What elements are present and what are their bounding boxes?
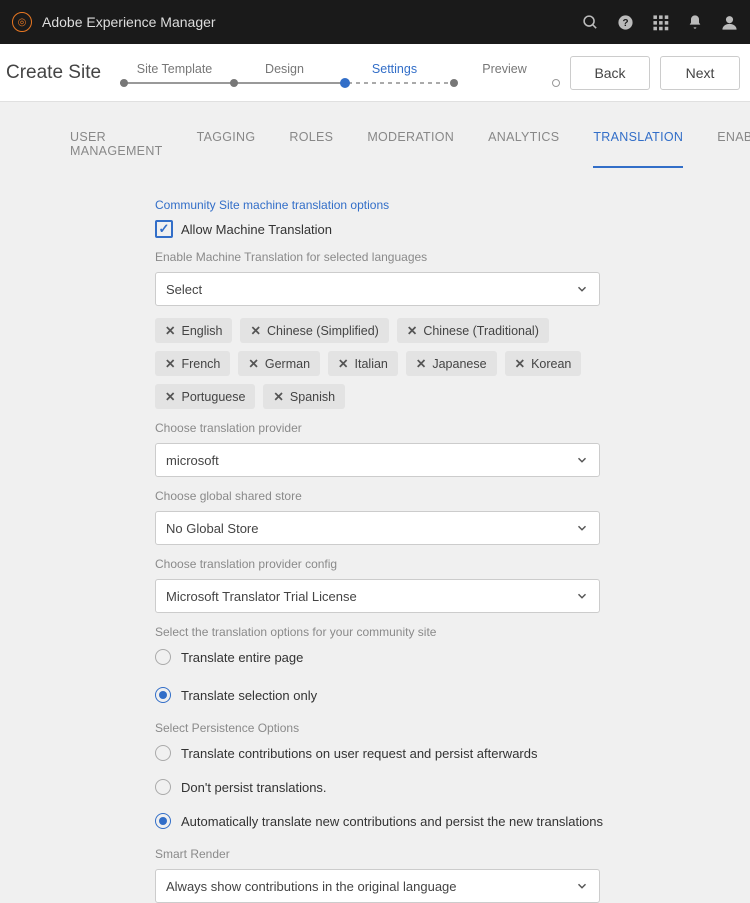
radio-translate-entire-page[interactable] [155,649,171,665]
page-title: Create Site [0,62,119,84]
languages-select[interactable]: Select [155,272,600,306]
chip-portuguese[interactable]: ✕Portuguese [155,384,255,409]
radio-auto-translate-persist-label: Automatically translate new contribution… [181,814,603,829]
smart-render-label: Smart Render [155,847,615,861]
close-icon: ✕ [338,356,348,371]
chip-french[interactable]: ✕French [155,351,230,376]
apps-grid-icon[interactable] [652,14,669,31]
chip-italian[interactable]: ✕Italian [328,351,398,376]
allow-machine-translation-label: Allow Machine Translation [181,222,332,237]
wizard-step-label: Settings [340,62,450,76]
back-button[interactable]: Back [570,56,650,90]
radio-auto-translate-persist[interactable] [155,813,171,829]
radio-dont-persist[interactable] [155,779,171,795]
radio-translate-entire-page-label: Translate entire page [181,650,303,665]
allow-machine-translation-checkbox[interactable]: ✓ [155,220,173,238]
provider-label: Choose translation provider [155,421,615,435]
tab-moderation[interactable]: MODERATION [367,130,454,168]
languages-select-value: Select [166,282,202,297]
wizard-step-label: Design [230,62,340,76]
close-icon: ✕ [273,389,283,404]
provider-select[interactable]: microsoft [155,443,600,477]
language-chips: ✕English ✕Chinese (Simplified) ✕Chinese … [155,318,615,409]
chevron-down-icon [575,453,589,467]
config-label: Choose translation provider config [155,557,615,571]
user-icon[interactable] [721,14,738,31]
store-select-value: No Global Store [166,521,259,536]
wizard-step-label: Site Template [120,62,230,76]
chip-english[interactable]: ✕English [155,318,232,343]
section-title: Community Site machine translation optio… [155,198,615,212]
chip-japanese[interactable]: ✕Japanese [406,351,497,376]
config-select-value: Microsoft Translator Trial License [166,589,357,604]
global-topbar: ◎ Adobe Experience Manager ? [0,0,750,44]
chip-korean[interactable]: ✕Korean [505,351,582,376]
close-icon: ✕ [407,323,417,338]
subheader: Create Site Site Template Design Setting… [0,44,750,102]
chip-chinese-simplified[interactable]: ✕Chinese (Simplified) [240,318,388,343]
tab-roles[interactable]: ROLES [289,130,333,168]
svg-text:?: ? [622,18,628,29]
translation-panel: Community Site machine translation optio… [0,168,615,903]
wizard-step-design[interactable]: Design [230,62,340,84]
smart-render-select-value: Always show contributions in the origina… [166,879,457,894]
chip-chinese-traditional[interactable]: ✕Chinese (Traditional) [397,318,549,343]
translation-options-label: Select the translation options for your … [155,625,615,639]
close-icon: ✕ [248,356,258,371]
chip-spanish[interactable]: ✕Spanish [263,384,345,409]
wizard-step-settings[interactable]: Settings [340,62,450,84]
provider-select-value: microsoft [166,453,219,468]
wizard-step-preview[interactable]: Preview [450,62,560,84]
smart-render-select[interactable]: Always show contributions in the origina… [155,869,600,903]
help-icon[interactable]: ? [617,14,634,31]
search-icon[interactable] [582,14,599,31]
app-title: Adobe Experience Manager [42,14,216,30]
tab-user-management[interactable]: USER MANAGEMENT [70,130,163,168]
persistence-label: Select Persistence Options [155,721,615,735]
close-icon: ✕ [165,356,175,371]
next-button[interactable]: Next [660,56,740,90]
adobe-logo-icon: ◎ [12,12,32,32]
radio-translate-selection-only-label: Translate selection only [181,688,317,703]
close-icon: ✕ [165,323,175,338]
tab-translation[interactable]: TRANSLATION [593,130,683,168]
tab-enablement[interactable]: ENABLEMENT [717,130,750,168]
close-icon: ✕ [515,356,525,371]
chevron-down-icon [575,521,589,535]
chip-german[interactable]: ✕German [238,351,320,376]
wizard-step-template[interactable]: Site Template [120,62,230,84]
enable-languages-label: Enable Machine Translation for selected … [155,250,615,264]
close-icon: ✕ [165,389,175,404]
tab-analytics[interactable]: ANALYTICS [488,130,559,168]
config-select[interactable]: Microsoft Translator Trial License [155,579,600,613]
store-label: Choose global shared store [155,489,615,503]
close-icon: ✕ [250,323,260,338]
bell-icon[interactable] [687,14,703,30]
store-select[interactable]: No Global Store [155,511,600,545]
radio-persist-on-request-label: Translate contributions on user request … [181,746,537,761]
chevron-down-icon [575,282,589,296]
radio-translate-selection-only[interactable] [155,687,171,703]
close-icon: ✕ [416,356,426,371]
tab-tagging[interactable]: TAGGING [197,130,256,168]
wizard-step-label: Preview [450,62,560,76]
radio-dont-persist-label: Don't persist translations. [181,780,327,795]
wizard-steps: Site Template Design Settings Preview [119,62,560,84]
chevron-down-icon [575,589,589,603]
radio-persist-on-request[interactable] [155,745,171,761]
chevron-down-icon [575,879,589,893]
settings-tabs: USER MANAGEMENT TAGGING ROLES MODERATION… [0,102,750,168]
